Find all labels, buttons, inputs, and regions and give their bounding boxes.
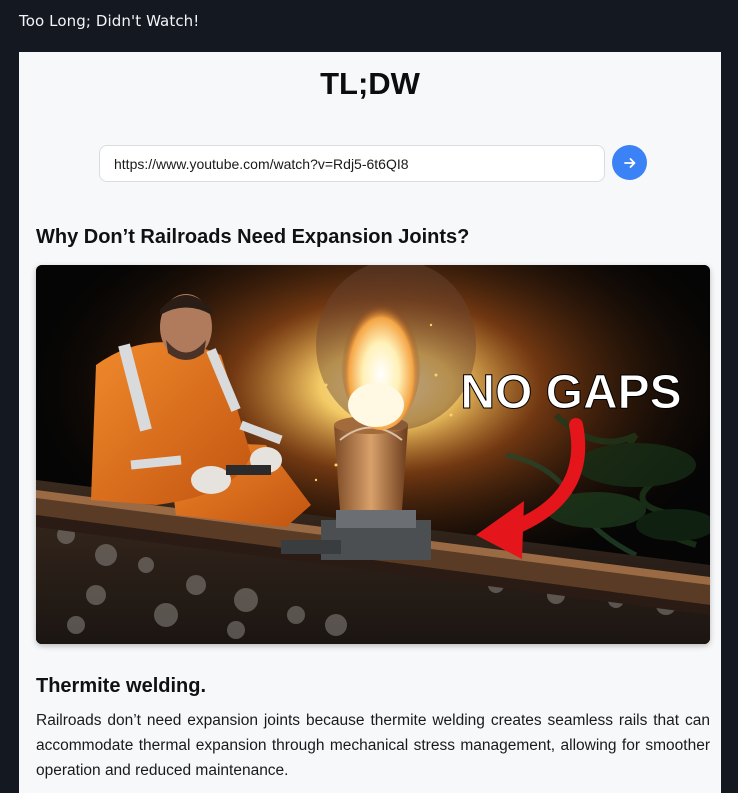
url-form <box>99 144 647 182</box>
main-panel: TL;DW Why Don’t Railroads Need Expansion… <box>19 52 721 793</box>
video-thumbnail[interactable]: NO GAPS <box>36 265 710 644</box>
window-title: Too Long; Didn't Watch! <box>19 12 200 30</box>
video-url-input[interactable] <box>99 145 605 182</box>
video-title: Why Don’t Railroads Need Expansion Joint… <box>36 226 470 248</box>
submit-button[interactable] <box>612 145 647 180</box>
summary-heading: Thermite welding. <box>36 675 207 697</box>
arrow-right-icon <box>623 157 635 168</box>
thumbnail-illustration: NO GAPS <box>36 265 710 644</box>
thumbnail-overlay-text: NO GAPS <box>460 366 681 419</box>
summary-text: Railroads don’t need expansion joints be… <box>36 712 710 779</box>
app-title: TL;DW <box>320 66 420 101</box>
